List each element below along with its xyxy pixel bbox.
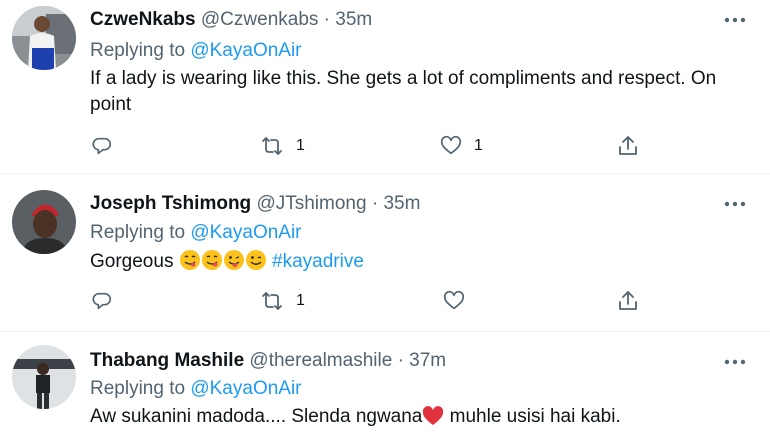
- like-icon: [440, 135, 462, 155]
- tweet-text: Aw sukanini madoda.... Slenda ngwana muh…: [90, 404, 750, 434]
- display-name[interactable]: Joseph Tshimong: [90, 193, 251, 214]
- reply-button[interactable]: [91, 133, 113, 159]
- reply-button[interactable]: [91, 288, 113, 314]
- display-name[interactable]: Thabang Mashile: [90, 350, 244, 371]
- tweet-text-line: If a lady is wearing like this. She gets…: [90, 68, 717, 89]
- tweet-1[interactable]: CzweNkabs @Czwenkabs · 35m Replying to @…: [0, 0, 770, 172]
- more-icon[interactable]: [722, 194, 748, 214]
- more-icon[interactable]: [722, 352, 748, 372]
- replying-to-line: Replying to @KayaOnAir: [90, 222, 302, 244]
- like-button[interactable]: [443, 288, 465, 314]
- retweet-count: 1: [296, 137, 305, 154]
- retweet-button[interactable]: 1: [260, 288, 305, 314]
- share-button[interactable]: [617, 133, 639, 159]
- replying-to-line: Replying to @KayaOnAir: [90, 378, 302, 400]
- tweet-text: If a lady is wearing like this. She gets…: [90, 66, 750, 118]
- reply-icon: [92, 292, 111, 310]
- mention-link[interactable]: @KayaOnAir: [190, 40, 301, 61]
- tweet-header: Joseph Tshimong @JTshimong · 35m: [90, 193, 420, 215]
- replying-to-label: Replying to: [90, 378, 186, 399]
- tweet-text: Gorgeous #kayadrive: [90, 249, 750, 279]
- share-icon: [619, 136, 637, 155]
- separator-dot: ·: [371, 193, 379, 214]
- face-savoring-food-emoji: [179, 249, 201, 279]
- share-icon: [619, 291, 637, 310]
- hashtag-link[interactable]: #kayadrive: [272, 251, 364, 272]
- face-savoring-food-emoji: [201, 249, 223, 279]
- winking-face-tongue-emoji: [223, 249, 245, 279]
- like-button[interactable]: 1: [440, 133, 483, 159]
- retweet-icon: [262, 292, 282, 310]
- user-handle[interactable]: @therealmashile: [249, 350, 392, 371]
- tweet-header: Thabang Mashile @therealmashile · 37m: [90, 350, 446, 372]
- separator-dot: ·: [397, 350, 404, 371]
- retweet-count: 1: [296, 292, 305, 309]
- mention-link[interactable]: @KayaOnAir: [190, 222, 301, 243]
- timestamp[interactable]: 37m: [409, 350, 446, 371]
- tweet-text-line: point: [90, 94, 132, 115]
- timestamp[interactable]: 35m: [335, 9, 372, 30]
- reply-icon: [92, 137, 111, 155]
- retweet-button[interactable]: 1: [260, 133, 305, 159]
- avatar-czwenkabs[interactable]: [12, 6, 76, 70]
- retweet-icon: [262, 137, 282, 155]
- replying-to-line: Replying to @KayaOnAir: [90, 40, 302, 62]
- share-button[interactable]: [617, 288, 639, 314]
- replying-to-label: Replying to: [90, 222, 186, 243]
- replying-to-label: Replying to: [90, 40, 186, 61]
- user-handle[interactable]: @Czwenkabs: [201, 9, 319, 30]
- mention-link[interactable]: @KayaOnAir: [190, 378, 301, 399]
- red-heart-emoji: [422, 406, 444, 434]
- user-handle[interactable]: @JTshimong: [256, 193, 366, 214]
- timestamp[interactable]: 35m: [383, 193, 420, 214]
- more-icon[interactable]: [722, 10, 748, 30]
- tweet-text-after: muhle usisi hai kabi.: [444, 406, 621, 427]
- separator-dot: ·: [323, 9, 330, 30]
- tweet-header: CzweNkabs @Czwenkabs · 35m: [90, 9, 372, 31]
- avatar-therealmashile[interactable]: [12, 345, 76, 409]
- tweet-text-word: Gorgeous: [90, 251, 174, 272]
- winking-face-emoji: [245, 249, 267, 279]
- avatar-jtshimong[interactable]: [12, 190, 76, 254]
- tweet-2[interactable]: Joseph Tshimong @JTshimong · 35m Replyin…: [0, 174, 770, 331]
- tweet-text-before: Aw sukanini madoda.... Slenda ngwana: [90, 406, 423, 427]
- like-count: 1: [474, 137, 483, 154]
- like-icon: [443, 290, 465, 310]
- tweet-3[interactable]: Thabang Mashile @therealmashile · 37m Re…: [0, 332, 770, 447]
- display-name[interactable]: CzweNkabs: [90, 9, 196, 30]
